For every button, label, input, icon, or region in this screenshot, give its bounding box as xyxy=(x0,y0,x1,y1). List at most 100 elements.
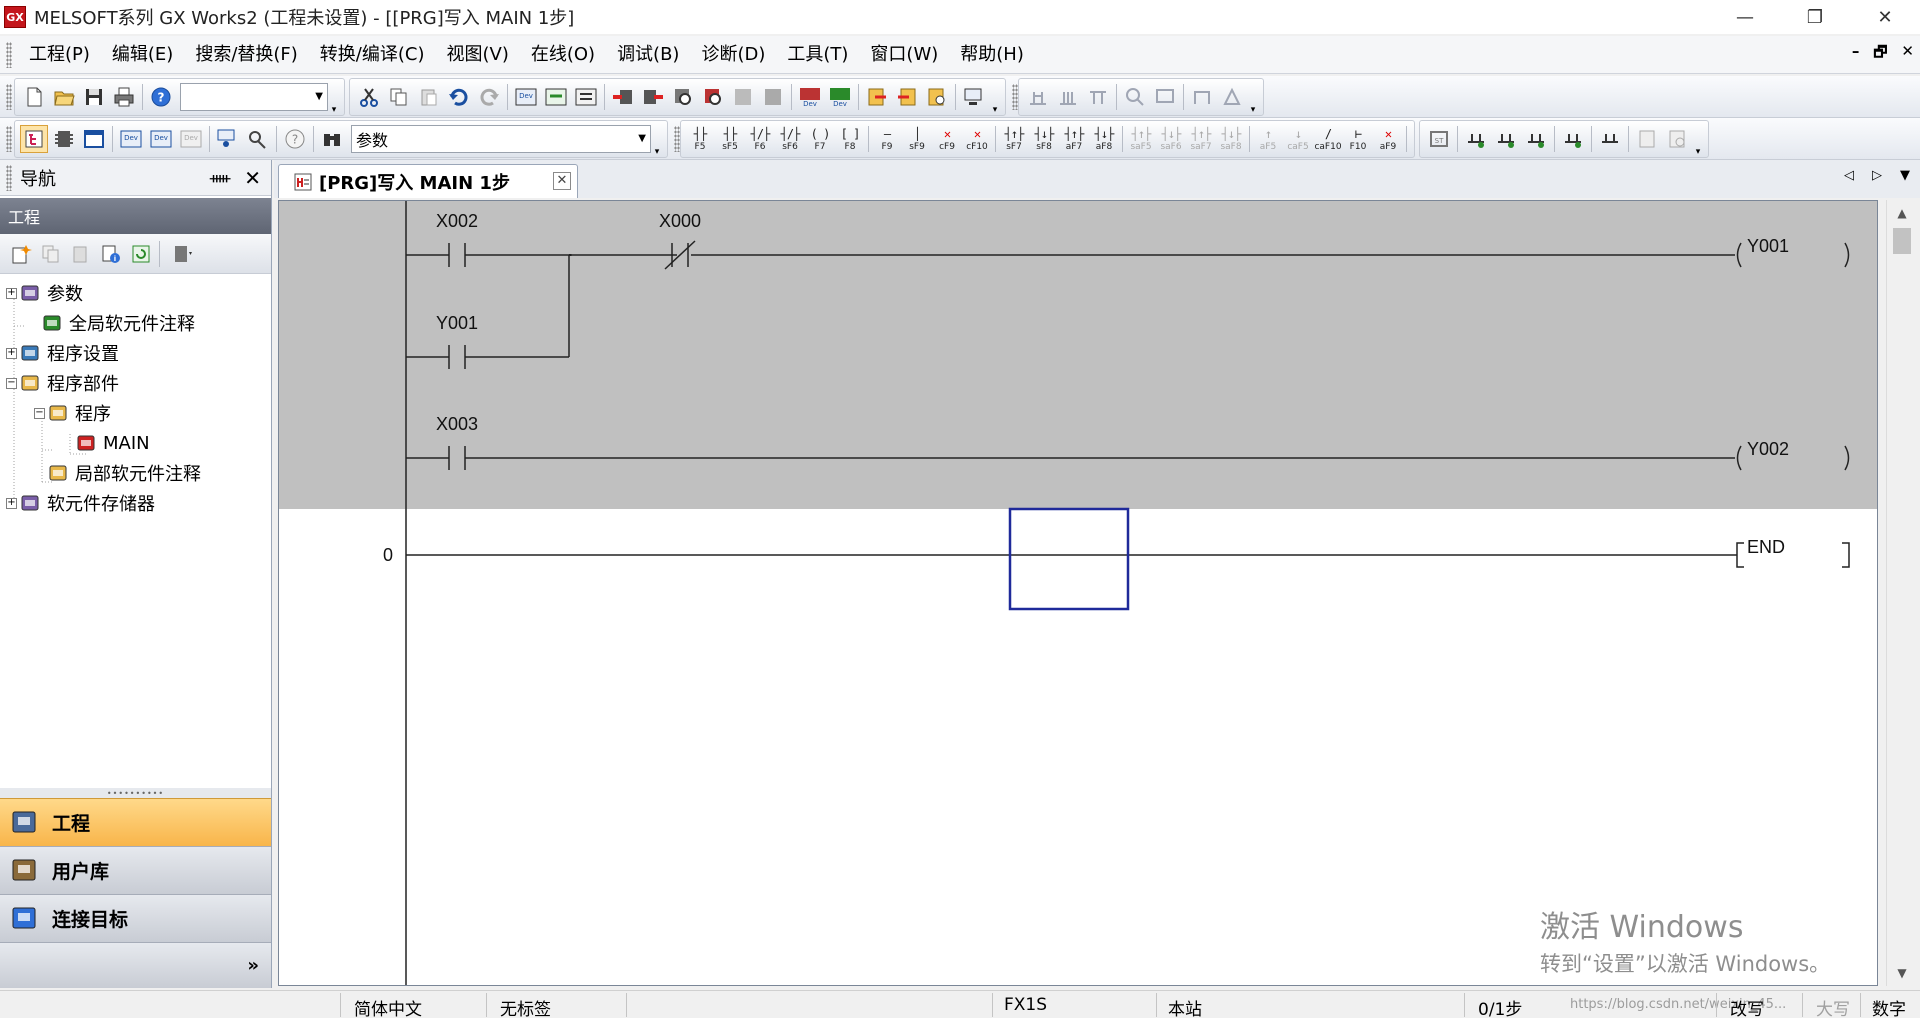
pin-icon[interactable]: ᚔ xyxy=(210,169,231,187)
parallel-falling-pulse-icon[interactable]: ┤↓├ aF8 xyxy=(1089,122,1119,156)
toolbar-grip[interactable] xyxy=(6,125,12,152)
help-search-icon[interactable]: ? xyxy=(281,125,309,153)
nav-button-2[interactable]: 连接目标 xyxy=(0,894,271,942)
device-search-icon[interactable]: Dev xyxy=(512,83,540,111)
scroll-up-icon[interactable]: ▲ xyxy=(1887,202,1917,224)
menu-item-4[interactable]: 视图(V) xyxy=(435,40,519,70)
menu-item-3[interactable]: 转换/编译(C) xyxy=(309,40,436,70)
closed-contact-icon[interactable]: ┤/├ F6 xyxy=(745,122,775,156)
print-icon[interactable] xyxy=(110,83,138,111)
operation-result-falling-icon[interactable]: ↓ caF5 xyxy=(1283,122,1313,156)
menu-grip[interactable] xyxy=(6,41,12,68)
program-write-icon[interactable] xyxy=(863,83,891,111)
sfc-step-icon[interactable] xyxy=(1024,83,1052,111)
write-mode-icon[interactable] xyxy=(1492,125,1520,153)
tree-item-2[interactable]: + 程序设置 xyxy=(0,338,271,368)
device-test-icon[interactable]: Dev xyxy=(826,83,854,111)
menu-item-2[interactable]: 搜索/替换(F) xyxy=(184,40,308,70)
display-setting-icon[interactable] xyxy=(164,240,202,268)
falling-pulse-icon[interactable]: ┤↓├ sF8 xyxy=(1029,122,1059,156)
sfc-end-icon[interactable] xyxy=(1188,83,1216,111)
navigation-window-icon[interactable] xyxy=(20,124,48,153)
parts-selection-icon[interactable] xyxy=(50,125,78,153)
open-folder-icon[interactable] xyxy=(50,83,78,111)
menu-item-5[interactable]: 在线(O) xyxy=(520,40,606,70)
operation-result-rising-icon[interactable]: ↑ aF5 xyxy=(1253,122,1283,156)
open-contact-icon[interactable]: ┤├ F5 xyxy=(685,122,715,156)
remote-operation-icon[interactable] xyxy=(960,83,988,111)
search-combo[interactable]: 参数 ▼ xyxy=(351,124,651,153)
expand-icon[interactable]: + xyxy=(6,287,17,299)
toolbar-overflow-icon[interactable]: ▾ xyxy=(1247,79,1259,115)
delete-line-icon[interactable]: ✕ aF9 xyxy=(1373,122,1403,156)
read-from-plc-icon[interactable] xyxy=(639,83,667,111)
device-list-icon[interactable]: Dev xyxy=(117,125,145,153)
toolbar-overflow-icon[interactable]: ▾ xyxy=(328,79,340,115)
monitor-write-icon[interactable] xyxy=(759,83,787,111)
sfc-zoom-icon[interactable] xyxy=(1121,83,1149,111)
monitor-mode-icon[interactable] xyxy=(1522,125,1550,153)
note-icon[interactable] xyxy=(1633,125,1661,153)
tree-item-5[interactable]: MAIN xyxy=(0,428,271,458)
tree-item-4[interactable]: − 程序 xyxy=(0,398,271,428)
menu-item-1[interactable]: 编辑(E) xyxy=(101,40,184,70)
binoculars-icon[interactable] xyxy=(318,125,346,153)
device-usage-icon[interactable]: Dev xyxy=(177,125,205,153)
scroll-thumb[interactable] xyxy=(1893,228,1911,254)
program-verify-icon[interactable] xyxy=(923,83,951,111)
ladder-symbol-icon[interactable]: ST xyxy=(1425,125,1453,153)
monitor-write-mode-icon[interactable] xyxy=(1559,125,1587,153)
comment-edit-icon[interactable] xyxy=(1663,125,1691,153)
tab-list-button[interactable]: ▼ xyxy=(1900,168,1910,183)
undo-icon[interactable] xyxy=(445,83,473,111)
parallel-rising-closed-icon[interactable]: ┤↑├ saF7 xyxy=(1186,122,1216,156)
toolbar-overflow-icon[interactable]: ▾ xyxy=(1692,121,1704,157)
navigation-splitter[interactable]: •••••••••• xyxy=(0,788,271,798)
delete-horizontal-line-icon[interactable]: ✕ cF9 xyxy=(932,122,962,156)
paste-data-icon[interactable] xyxy=(67,240,95,268)
tab-prev-button[interactable]: ◁ xyxy=(1844,168,1854,183)
sfc-transition-icon[interactable] xyxy=(1054,83,1082,111)
parallel-closed-contact-icon[interactable]: ┤/├ sF6 xyxy=(775,122,805,156)
edit-cursor[interactable] xyxy=(1008,507,1130,611)
monitor-icon[interactable] xyxy=(699,83,727,111)
toolbar-overflow-icon[interactable]: ▾ xyxy=(989,79,1001,115)
tab-close-button[interactable]: ✕ xyxy=(553,172,571,190)
menu-item-8[interactable]: 工具(T) xyxy=(776,40,859,70)
find-device-icon[interactable] xyxy=(244,125,272,153)
read-mode-icon[interactable] xyxy=(1462,125,1490,153)
save-icon[interactable] xyxy=(80,83,108,111)
navigation-close-button[interactable]: ✕ xyxy=(244,166,261,190)
batch-replace-icon[interactable] xyxy=(572,83,600,111)
parallel-falling-closed-icon[interactable]: ┤↓├ saF8 xyxy=(1216,122,1246,156)
refresh-icon[interactable] xyxy=(127,240,155,268)
toolbar-combo-1[interactable]: ▼ xyxy=(180,82,328,111)
rising-pulse-closed-icon[interactable]: ┤↑├ saF5 xyxy=(1126,122,1156,156)
parallel-open-contact-icon[interactable]: ┤├ sF5 xyxy=(715,122,745,156)
ladder-diagram[interactable]: X002 X000 Y001 Y001 X003 Y002 0 END xyxy=(279,201,1877,985)
sfc-branch-icon[interactable] xyxy=(1084,83,1112,111)
tab-next-button[interactable]: ▷ xyxy=(1872,168,1882,183)
nav-button-1[interactable]: 用户库 xyxy=(0,846,271,894)
coil-icon[interactable]: ( ) F7 xyxy=(805,122,835,156)
expand-icon[interactable]: + xyxy=(6,347,17,359)
nav-button-0[interactable]: 工程 xyxy=(0,798,271,846)
toolbar-overflow-icon[interactable]: ▾ xyxy=(651,121,663,157)
mdi-minimize-button[interactable]: – xyxy=(1852,42,1860,67)
tree-item-7[interactable]: + 软元件存储器 xyxy=(0,488,271,518)
horizontal-line-icon[interactable]: — F9 xyxy=(872,122,902,156)
rising-pulse-icon[interactable]: ┤↑├ sF7 xyxy=(999,122,1029,156)
tab-main-program[interactable]: [PRG]写入 MAIN 1步 ✕ xyxy=(278,164,578,198)
tree-item-6[interactable]: 局部软元件注释 xyxy=(0,458,271,488)
nav-more-button[interactable]: » xyxy=(0,942,271,988)
vertical-scrollbar[interactable]: ▲ ▼ xyxy=(1886,200,1916,986)
copy-icon[interactable] xyxy=(385,83,413,111)
ladder-editor[interactable]: X002 X000 Y001 Y001 X003 Y002 0 END xyxy=(278,200,1878,986)
redo-icon[interactable] xyxy=(475,83,503,111)
cut-icon[interactable] xyxy=(355,83,383,111)
new-data-icon[interactable] xyxy=(7,240,35,268)
mdi-close-button[interactable]: ✕ xyxy=(1901,42,1914,67)
menu-item-7[interactable]: 诊断(D) xyxy=(690,40,776,70)
properties-icon[interactable]: i xyxy=(97,240,125,268)
tree-item-1[interactable]: 全局软元件注释 xyxy=(0,308,271,338)
